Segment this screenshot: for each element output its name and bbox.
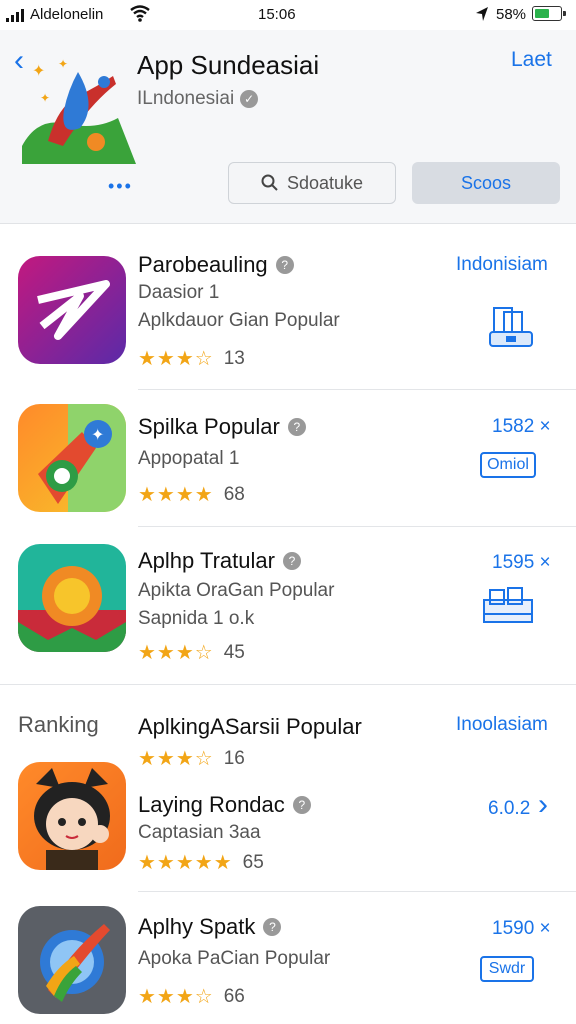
rating-count: 68 bbox=[223, 483, 245, 505]
get-button[interactable]: Swdr bbox=[480, 956, 534, 982]
clock: 15:06 bbox=[258, 6, 296, 23]
app-name[interactable]: Aplhp Tratular ? bbox=[138, 548, 301, 574]
header-link[interactable]: Laet bbox=[511, 48, 552, 72]
rating-count: 16 bbox=[223, 747, 245, 769]
carrier-name: Aldelonelin bbox=[30, 6, 104, 23]
subtitle-text: ILndonesiai bbox=[137, 88, 235, 109]
app-name-text: Parobeauling bbox=[138, 252, 268, 277]
app-name-text: Aplhy Spatk bbox=[138, 914, 256, 939]
app-category: Apikta OraGan Popular bbox=[138, 580, 335, 601]
app-category: Aplkdauor Gian Popular bbox=[138, 310, 340, 331]
app-icon[interactable]: ✦ bbox=[18, 404, 126, 512]
star-rating: ★★★★★ bbox=[138, 852, 233, 874]
star-rating: ★★★☆ bbox=[138, 642, 214, 664]
app-price: 1582 × bbox=[492, 416, 551, 437]
svg-text:✦: ✦ bbox=[91, 427, 104, 444]
battery-icon bbox=[532, 6, 566, 21]
app-name[interactable]: Spilka Popular ? bbox=[138, 414, 306, 440]
divider bbox=[138, 891, 576, 892]
section-region: Inoolasiam bbox=[456, 714, 548, 735]
app-icon[interactable] bbox=[18, 544, 126, 652]
info-icon: ? bbox=[287, 418, 306, 436]
app-icon[interactable] bbox=[18, 906, 126, 1014]
app-price: 1590 × bbox=[492, 918, 551, 939]
app-icon[interactable] bbox=[18, 256, 126, 364]
rating-count: 66 bbox=[223, 985, 245, 1007]
app-logo: ✦ ✦ ✦ bbox=[18, 46, 136, 164]
svg-text:✦: ✦ bbox=[58, 57, 68, 71]
info-icon: ? bbox=[292, 796, 311, 814]
search-button[interactable]: Sdoatuke bbox=[228, 162, 396, 204]
app-subtitle: Daasior 1 bbox=[138, 282, 220, 303]
get-button[interactable]: Omiol bbox=[480, 452, 536, 478]
more-options-icon[interactable]: ••• bbox=[108, 176, 133, 197]
section-label: Ranking bbox=[18, 712, 99, 737]
rating: ★★★☆ 16 bbox=[138, 746, 245, 771]
svg-text:✦: ✦ bbox=[40, 91, 50, 105]
app-subtitle: Captasian 3aa bbox=[138, 822, 261, 843]
app-name-text: Spilka Popular bbox=[138, 414, 280, 439]
app-name[interactable]: Laying Rondac ? bbox=[138, 792, 311, 818]
location-arrow-icon bbox=[476, 7, 488, 21]
rating: ★★★★★ 65 bbox=[138, 850, 264, 875]
rating: ★★★☆ 66 bbox=[138, 984, 245, 1009]
rating: ★★★☆ 13 bbox=[138, 346, 245, 371]
app-subtitle: Sapnida 1 o.k bbox=[138, 608, 255, 629]
info-icon: ? bbox=[275, 256, 294, 274]
verified-check-icon: ✓ bbox=[240, 90, 259, 108]
app-price: 1595 × bbox=[492, 552, 551, 573]
app-name[interactable]: Parobeauling ? bbox=[138, 252, 294, 278]
star-rating: ★★★☆ bbox=[138, 986, 214, 1008]
divider bbox=[138, 526, 576, 527]
app-category: Apoka PaCian Popular bbox=[138, 948, 331, 969]
section-divider bbox=[0, 684, 576, 685]
download-icon[interactable] bbox=[482, 586, 534, 626]
star-rating: ★★★☆ bbox=[138, 348, 214, 370]
wifi-icon bbox=[130, 5, 150, 22]
rating: ★★★☆ 45 bbox=[138, 640, 245, 665]
app-name[interactable]: Aplhy Spatk ? bbox=[138, 914, 282, 940]
page-subtitle: ILndonesiai ✓ bbox=[137, 88, 259, 110]
star-rating: ★★★★ bbox=[138, 484, 214, 506]
rating-count: 65 bbox=[242, 851, 264, 873]
star-rating: ★★★☆ bbox=[138, 748, 214, 770]
rating-count: 45 bbox=[223, 641, 245, 663]
back-chevron-icon[interactable]: ‹ bbox=[14, 46, 24, 76]
download-icon[interactable] bbox=[488, 306, 534, 348]
rating-count: 13 bbox=[223, 347, 245, 369]
status-bar: Aldelonelin 15:06 58% bbox=[0, 0, 576, 30]
info-icon: ? bbox=[282, 552, 301, 570]
divider bbox=[138, 389, 576, 390]
signal-icon bbox=[6, 9, 24, 22]
app-name-text: Aplhp Tratular bbox=[138, 548, 275, 573]
info-icon: ? bbox=[263, 918, 282, 936]
search-label: Sdoatuke bbox=[286, 172, 364, 193]
page-title: App Sundeasiai bbox=[137, 50, 320, 80]
app-subtitle: Appopatal 1 bbox=[138, 448, 240, 469]
scope-button[interactable]: Scoos bbox=[412, 162, 560, 204]
section-heading: AplkingASarsii Popular bbox=[138, 714, 362, 739]
svg-text:✦: ✦ bbox=[32, 63, 45, 80]
app-name-text: Laying Rondac bbox=[138, 792, 285, 817]
search-icon bbox=[261, 174, 278, 191]
battery-percent: 58% bbox=[496, 6, 527, 23]
app-rating-value: 6.0.2 bbox=[488, 798, 531, 819]
app-icon[interactable] bbox=[18, 762, 126, 870]
chevron-right-icon[interactable]: › bbox=[538, 788, 548, 822]
app-region: Indonisiam bbox=[456, 254, 548, 275]
rating: ★★★★ 68 bbox=[138, 482, 245, 507]
